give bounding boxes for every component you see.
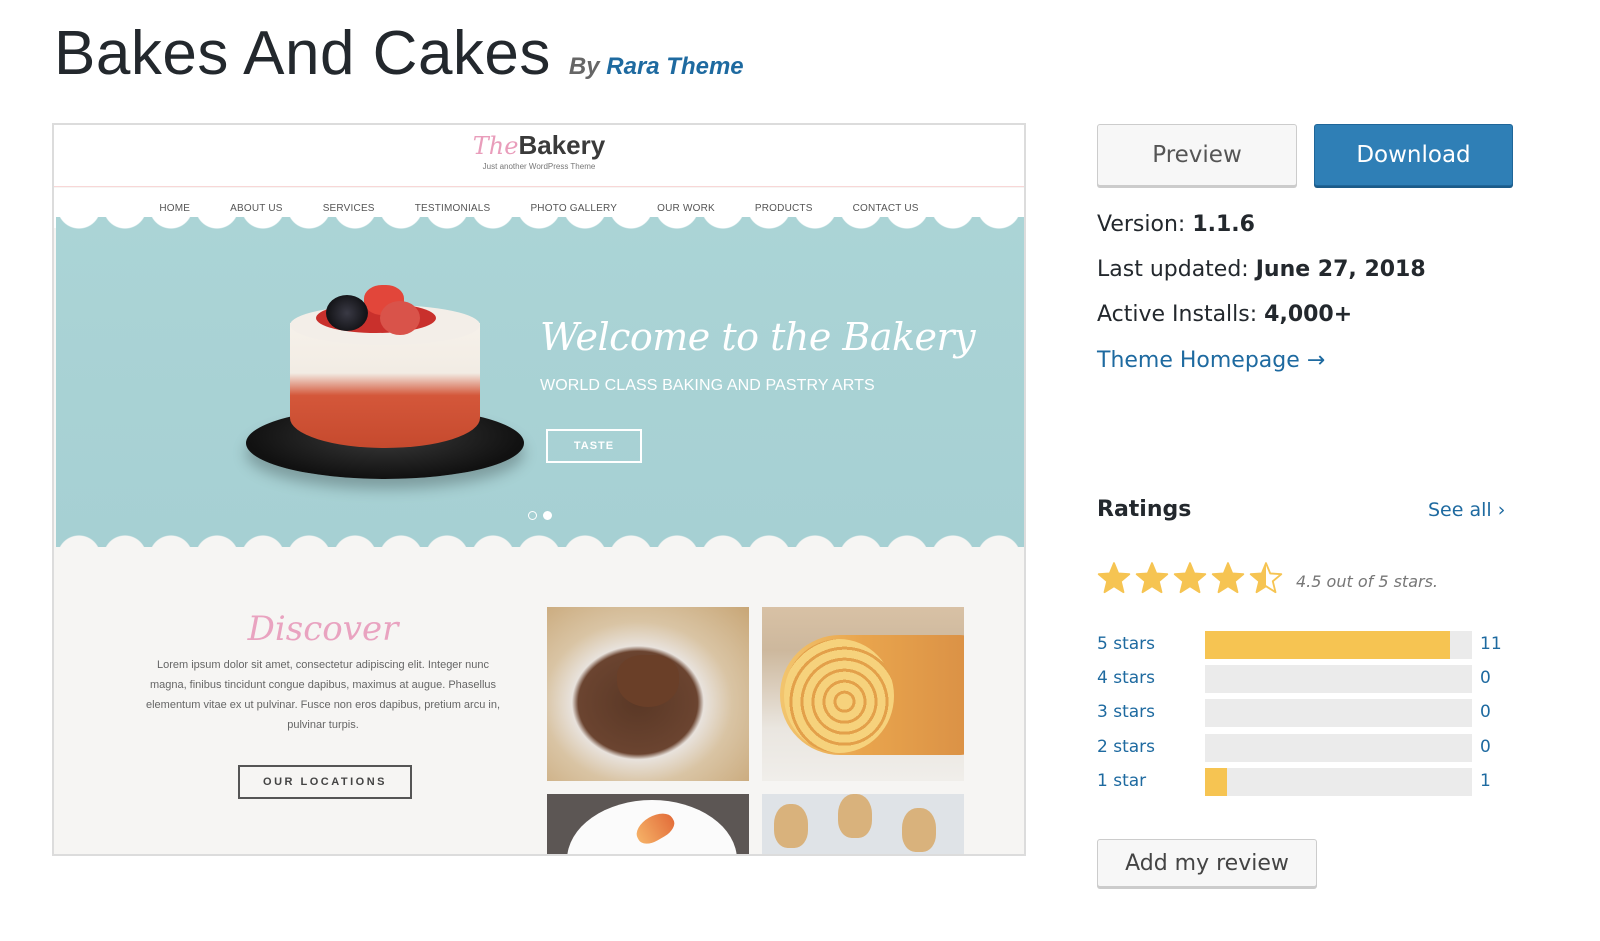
version-value: 1.1.6	[1192, 212, 1255, 237]
ratings-title: Ratings	[1097, 497, 1192, 522]
rating-row-count: 0	[1480, 668, 1491, 688]
rating-row: 2 stars 0	[1097, 734, 1517, 762]
author-link[interactable]: Rara Theme	[606, 53, 743, 80]
active-installs-value: 4,000+	[1264, 302, 1353, 327]
active-installs-info: Active Installs: 4,000+	[1097, 302, 1352, 327]
rating-row-count: 0	[1480, 702, 1491, 722]
rating-summary: 4.5 out of 5 stars.	[1296, 572, 1439, 591]
discover-section: Discover Lorem ipsum dolor sit amet, con…	[138, 609, 508, 735]
preview-site-tagline: Just another WordPress Theme	[482, 162, 596, 171]
discover-text: Lorem ipsum dolor sit amet, consectetur …	[145, 659, 501, 731]
preview-site-header: TheBakery Just another WordPress Theme	[54, 125, 1024, 187]
rating-bar-fill	[1205, 631, 1450, 659]
preview-nav-item: SERVICES	[322, 202, 375, 214]
rating-row-label[interactable]: 1 star	[1097, 771, 1146, 791]
last-updated-info: Last updated: June 27, 2018	[1097, 257, 1426, 282]
preview-nav-item: TESTIMONIALS	[414, 202, 491, 214]
preview-site-logo: TheBakery	[54, 130, 1024, 161]
rating-row-count: 11	[1480, 634, 1502, 654]
preview-button[interactable]: Preview	[1097, 124, 1297, 186]
rating-row-count: 1	[1480, 771, 1491, 791]
theme-title: Bakes And Cakes	[54, 19, 551, 88]
rating-bar-track	[1205, 665, 1472, 693]
preview-nav-item: CONTACT US	[852, 202, 919, 214]
rating-row: 1 star 1	[1097, 768, 1517, 796]
theme-author: By Rara Theme	[569, 53, 744, 81]
rating-bar-track	[1205, 631, 1472, 659]
preview-nav-item: OUR WORK	[657, 202, 715, 214]
theme-homepage-link[interactable]: Theme Homepage →	[1097, 348, 1325, 373]
star-rating	[1097, 561, 1283, 595]
gallery-photo-bunny-cookies	[762, 794, 964, 854]
gallery-photo-peaches	[547, 794, 749, 854]
star-half-icon	[1249, 562, 1283, 594]
preview-nav-item: HOME	[159, 202, 191, 214]
see-all-label: See all	[1428, 499, 1492, 521]
slider-dot	[528, 511, 537, 520]
rating-row: 5 stars 11	[1097, 631, 1517, 659]
discover-title: Discover	[247, 609, 399, 649]
rating-row-count: 0	[1480, 737, 1491, 757]
our-locations-button: OUR LOCATIONS	[238, 765, 412, 799]
add-review-button[interactable]: Add my review	[1097, 839, 1317, 887]
gallery-photo-swiss-roll	[762, 607, 964, 781]
version-info: Version: 1.1.6	[1097, 212, 1255, 237]
gallery-photo-chocolate-cookie	[547, 607, 749, 781]
rating-bar-fill	[1205, 768, 1228, 796]
rating-bar-track	[1205, 699, 1472, 727]
hero-title: Welcome to the Bakery	[540, 315, 976, 359]
download-button[interactable]: Download	[1314, 124, 1513, 186]
scallop-edge-bottom	[56, 531, 1024, 547]
hero-taste-button: TASTE	[546, 429, 642, 463]
star-filled-icon	[1211, 562, 1245, 594]
rating-bar-track	[1205, 734, 1472, 762]
theme-screenshot: TheBakery Just another WordPress Theme H…	[52, 123, 1026, 856]
rating-row-label[interactable]: 2 stars	[1097, 737, 1155, 757]
rating-row: 4 stars 0	[1097, 665, 1517, 693]
rating-row-label[interactable]: 5 stars	[1097, 634, 1155, 654]
version-label: Version:	[1097, 212, 1186, 237]
preview-nav-item: PHOTO GALLERY	[530, 202, 618, 214]
cake-image	[246, 285, 526, 487]
slider-dot-active	[543, 511, 552, 520]
preview-nav-item: ABOUT US	[230, 202, 283, 214]
logo-the: The	[472, 132, 519, 160]
rating-row-label[interactable]: 3 stars	[1097, 702, 1155, 722]
rating-row: 3 stars 0	[1097, 699, 1517, 727]
slider-dots	[528, 511, 552, 520]
star-filled-icon	[1173, 562, 1207, 594]
rating-row-label[interactable]: 4 stars	[1097, 668, 1155, 688]
logo-bakery: Bakery	[518, 130, 606, 160]
active-installs-label: Active Installs:	[1097, 302, 1258, 327]
preview-hero: Welcome to the Bakery WORLD CLASS BAKING…	[56, 217, 1024, 547]
last-updated-label: Last updated:	[1097, 257, 1249, 282]
hero-subtitle: WORLD CLASS BAKING AND PASTRY ARTS	[540, 377, 875, 394]
scallop-edge-top	[56, 217, 1024, 233]
rating-bar-track	[1205, 768, 1472, 796]
see-all-ratings-link[interactable]: See all ›	[1428, 499, 1505, 521]
last-updated-value: June 27, 2018	[1255, 257, 1426, 282]
chevron-right-icon: ›	[1497, 499, 1506, 521]
star-filled-icon	[1097, 562, 1131, 594]
preview-nav-item: PRODUCTS	[754, 202, 813, 214]
theme-header: Bakes And Cakes By Rara Theme	[54, 18, 744, 89]
star-filled-icon	[1135, 562, 1169, 594]
by-label: By	[568, 53, 600, 80]
